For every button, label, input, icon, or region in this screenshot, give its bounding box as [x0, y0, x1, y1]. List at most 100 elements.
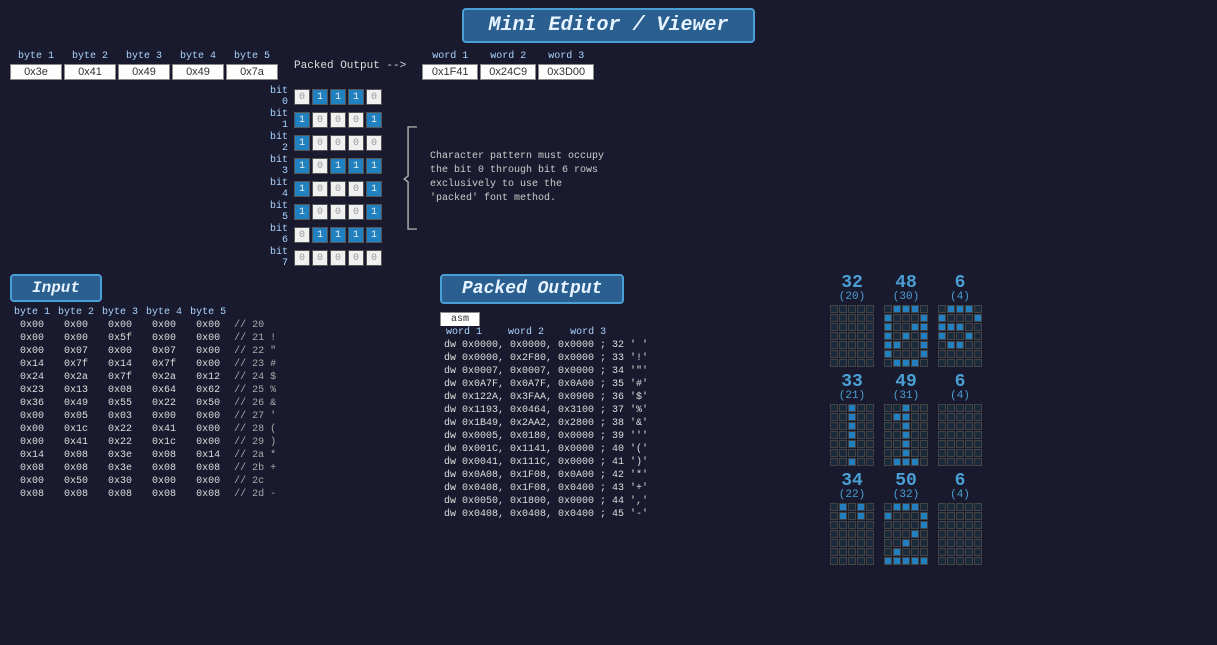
char-grid-cell: [938, 539, 946, 547]
char-grid-cell: [848, 512, 856, 520]
char-grid-cell: [974, 431, 982, 439]
word3-input[interactable]: [538, 64, 594, 80]
byte1-input[interactable]: [10, 64, 62, 80]
bit-cell[interactable]: 1: [330, 227, 346, 243]
bit-cell[interactable]: 1: [294, 204, 310, 220]
char-grid-cell: [866, 458, 874, 466]
char-grid-cell: [839, 440, 847, 448]
word-values-row: [422, 64, 594, 80]
char-grid-cell: [965, 557, 973, 565]
char-grid-cell: [965, 503, 973, 511]
asm-tab[interactable]: asm: [440, 312, 480, 326]
word2-input[interactable]: [480, 64, 536, 80]
table-row: dw 0x122A, 0x3FAA, 0x0900 ; 36 '$': [440, 391, 652, 404]
char-grid-cell: [920, 314, 928, 322]
char-column: 32(20)33(21)34(22): [830, 274, 874, 643]
bit-cell[interactable]: 1: [366, 112, 382, 128]
table-cell: 0x00: [54, 319, 98, 332]
char-number: 6: [955, 472, 966, 490]
char-grid-cell: [830, 449, 838, 457]
bit-cell[interactable]: 1: [366, 204, 382, 220]
bit-cell[interactable]: 0: [312, 204, 328, 220]
bit-cell[interactable]: 1: [348, 227, 364, 243]
bit-cell[interactable]: 0: [312, 135, 328, 151]
char-grid-cell: [920, 557, 928, 565]
bit-cell[interactable]: 0: [294, 250, 310, 266]
char-grid-cell: [911, 557, 919, 565]
bit-cell[interactable]: 1: [294, 181, 310, 197]
bit-cell[interactable]: 1: [294, 135, 310, 151]
char-grid-cell: [884, 404, 892, 412]
bit-cell[interactable]: 0: [312, 112, 328, 128]
bit-cell[interactable]: 1: [312, 227, 328, 243]
bit-cell[interactable]: 1: [330, 89, 346, 105]
char-grid-cell: [911, 341, 919, 349]
bit-cell[interactable]: 0: [312, 158, 328, 174]
byte2-input[interactable]: [64, 64, 116, 80]
table-cell: 0x08: [10, 462, 54, 475]
table-cell: 0x00: [186, 345, 230, 358]
byte3-input[interactable]: [118, 64, 170, 80]
char-grid-cell: [902, 530, 910, 538]
bit-cell[interactable]: 1: [348, 158, 364, 174]
bit-cell[interactable]: 0: [312, 250, 328, 266]
char-grid-cell: [911, 404, 919, 412]
bit-cell[interactable]: 1: [366, 227, 382, 243]
bit-cell[interactable]: 0: [330, 204, 346, 220]
char-grid-cell: [920, 539, 928, 547]
bit-cell[interactable]: 0: [330, 112, 346, 128]
bit-cell[interactable]: 0: [330, 135, 346, 151]
byte5-input[interactable]: [226, 64, 278, 80]
char-grid-cell: [866, 548, 874, 556]
char-grid-cell: [911, 440, 919, 448]
table-cell: 0x00: [10, 475, 54, 488]
bit-cell[interactable]: 1: [330, 158, 346, 174]
word1-input[interactable]: [422, 64, 478, 80]
char-grid-cell: [974, 440, 982, 448]
char-grid-cell: [974, 539, 982, 547]
char-grid: [830, 404, 874, 466]
bit-cell[interactable]: 0: [366, 135, 382, 151]
char-grid-cell: [830, 305, 838, 313]
bit-cell[interactable]: 0: [348, 112, 364, 128]
bit-cell[interactable]: 0: [366, 250, 382, 266]
byte4-input[interactable]: [172, 64, 224, 80]
bit-cell[interactable]: 0: [348, 204, 364, 220]
comment-cell: // 22 ": [230, 345, 280, 358]
bit-cell[interactable]: 0: [330, 250, 346, 266]
char-grid-cell: [911, 350, 919, 358]
char-number: 32: [841, 274, 863, 292]
char-grid-cell: [830, 557, 838, 565]
bit-cell[interactable]: 0: [294, 89, 310, 105]
table-row: 0x000x410x220x1c0x00// 29 ): [10, 436, 280, 449]
char-grid-cell: [938, 530, 946, 538]
char-grid-cell: [902, 548, 910, 556]
bit-cell[interactable]: 0: [348, 181, 364, 197]
comment-cell: // 21 !: [230, 332, 280, 345]
char-grid-cell: [965, 341, 973, 349]
char-grid-cell: [902, 323, 910, 331]
char-grid-cell: [857, 314, 865, 322]
bit-cell[interactable]: 0: [348, 250, 364, 266]
char-grid-cell: [830, 539, 838, 547]
bit-cell[interactable]: 1: [294, 112, 310, 128]
char-grid-cell: [884, 548, 892, 556]
char-grid-cell: [848, 359, 856, 367]
bit-cell[interactable]: 1: [366, 181, 382, 197]
bit-cell[interactable]: 0: [330, 181, 346, 197]
bit-cell[interactable]: 0: [312, 181, 328, 197]
char-grid-cell: [830, 431, 838, 439]
bit-cell[interactable]: 1: [366, 158, 382, 174]
bit-cell[interactable]: 1: [348, 89, 364, 105]
char-grid-cell: [902, 449, 910, 457]
table-cell: 0x08: [186, 462, 230, 475]
bit-cell[interactable]: 1: [294, 158, 310, 174]
table-cell: 0x00: [186, 319, 230, 332]
bit-cell[interactable]: 0: [348, 135, 364, 151]
input-col1-header: byte 1: [10, 306, 54, 319]
bit-cell[interactable]: 0: [294, 227, 310, 243]
bit-cell[interactable]: 0: [366, 89, 382, 105]
char-grid-cell: [839, 350, 847, 358]
char-grid-cell: [965, 449, 973, 457]
bit-cell[interactable]: 1: [312, 89, 328, 105]
